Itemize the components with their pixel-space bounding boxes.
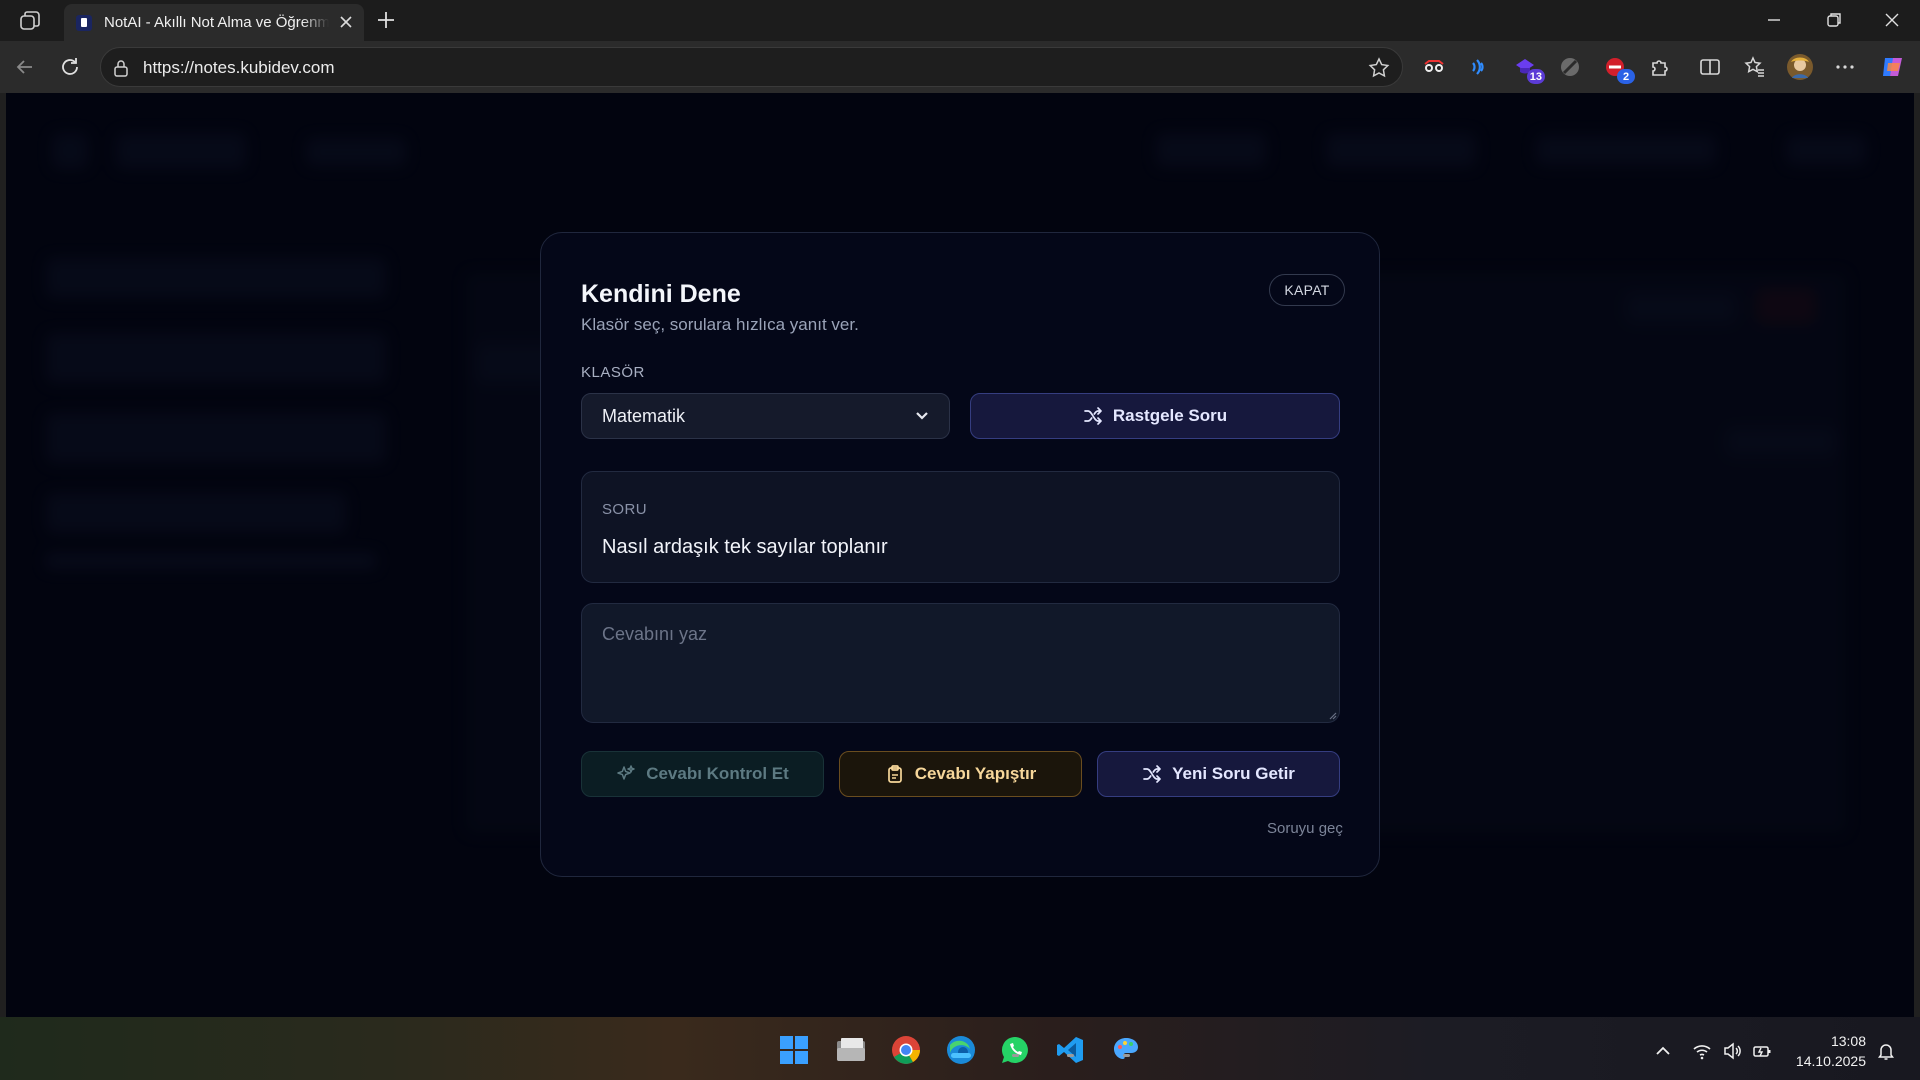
chrome-icon[interactable]: [889, 1033, 923, 1067]
back-icon[interactable]: [12, 54, 38, 80]
paste-answer-button[interactable]: Cevabı Yapıştır: [839, 751, 1082, 797]
glasses-extension-icon[interactable]: [1420, 53, 1448, 81]
edge-icon[interactable]: [944, 1033, 978, 1067]
quiz-modal: Kendini Dene Klasör seç, sorulara hızlıc…: [540, 232, 1380, 877]
random-question-button[interactable]: Rastgele Soru: [970, 393, 1340, 439]
skip-question-link[interactable]: Soruyu geç: [1267, 820, 1343, 837]
question-text: Nasıl ardaşık tek sayılar toplanır: [602, 536, 888, 558]
url-text[interactable]: https://notes.kubidev.com: [143, 58, 335, 78]
clipboard-icon: [887, 765, 902, 783]
close-tab-icon[interactable]: [338, 14, 354, 30]
browser-tab-bar: NotAI - Akıllı Not Alma ve Öğrenme: [0, 0, 1920, 41]
modal-title: Kendini Dene: [581, 280, 741, 308]
profile-avatar-icon[interactable]: [1786, 53, 1814, 81]
new-question-label: Yeni Soru Getir: [1172, 764, 1295, 783]
browser-toolbar: https://notes.kubidev.com 13 2: [0, 41, 1920, 93]
battery-icon[interactable]: [1752, 1041, 1772, 1061]
sparkle-icon: [617, 765, 635, 780]
restore-icon[interactable]: [1822, 8, 1846, 32]
notification-bell-icon[interactable]: [1876, 1041, 1896, 1061]
paint-running-indicator: [1123, 1054, 1130, 1057]
tracker-extension-icon[interactable]: 13: [1511, 53, 1545, 84]
lock-icon[interactable]: [113, 59, 129, 77]
chevron-up-icon[interactable]: [1653, 1041, 1673, 1061]
check-answer-label: Cevabı Kontrol Et: [646, 764, 789, 783]
adblock-badge: 2: [1617, 69, 1635, 84]
puzzle-extensions-icon[interactable]: [1646, 53, 1674, 81]
clock-date: 14.10.2025: [1795, 1053, 1866, 1069]
browser-tab-active[interactable]: NotAI - Akıllı Not Alma ve Öğrenme: [64, 4, 364, 41]
edge-active-indicator: [951, 1053, 971, 1058]
tab-title: NotAI - Akıllı Not Alma ve Öğrenme: [104, 14, 329, 31]
more-menu-icon[interactable]: [1831, 53, 1859, 81]
question-card: SORU Nasıl ardaşık tek sayılar toplanır: [581, 471, 1340, 583]
new-question-button[interactable]: Yeni Soru Getir: [1097, 751, 1340, 797]
copilot-icon[interactable]: [1879, 53, 1907, 81]
address-bar[interactable]: https://notes.kubidev.com: [100, 47, 1403, 87]
check-answer-button[interactable]: Cevabı Kontrol Et: [581, 751, 824, 797]
folder-select[interactable]: Matematik: [581, 393, 950, 439]
volume-icon[interactable]: [1722, 1041, 1742, 1061]
clock-time: 13:08: [1830, 1033, 1866, 1049]
adblock-extension-icon[interactable]: 2: [1601, 53, 1635, 84]
vscode-icon[interactable]: [1053, 1033, 1087, 1067]
chevron-down-icon: [916, 412, 928, 420]
shuffle-icon: [1143, 765, 1161, 783]
minimize-icon[interactable]: [1762, 8, 1786, 32]
answer-input[interactable]: [581, 603, 1340, 723]
paste-answer-label: Cevabı Yapıştır: [914, 764, 1037, 783]
tracker-badge: 13: [1526, 69, 1545, 84]
folder-label: KLASÖR: [581, 364, 645, 381]
resize-handle-icon[interactable]: [1327, 710, 1337, 720]
folder-select-value: Matematik: [602, 405, 686, 426]
file-explorer-icon[interactable]: [834, 1033, 868, 1067]
refresh-icon[interactable]: [57, 54, 83, 80]
favorites-icon[interactable]: [1741, 53, 1769, 81]
shuffle-icon: [1083, 407, 1102, 425]
whatsapp-running-indicator: [1012, 1054, 1019, 1057]
blocked-extension-icon[interactable]: [1556, 53, 1584, 81]
close-button[interactable]: KAPAT: [1269, 274, 1345, 306]
close-window-icon[interactable]: [1880, 8, 1904, 32]
modal-subtitle: Klasör seç, sorulara hızlıca yanıt ver.: [581, 315, 859, 334]
whatsapp-icon[interactable]: [998, 1033, 1032, 1067]
workspaces-icon[interactable]: [18, 10, 42, 32]
windows-start-icon[interactable]: [777, 1033, 811, 1067]
notai-favicon-icon: [76, 14, 92, 31]
random-question-label: Rastgele Soru: [1112, 406, 1228, 425]
system-clock[interactable]: 13:08 14.10.2025: [1790, 1031, 1866, 1071]
wifi-icon[interactable]: [1692, 1041, 1712, 1061]
vscode-running-indicator: [1067, 1054, 1074, 1057]
question-label: SORU: [602, 501, 647, 518]
paint-icon[interactable]: [1109, 1033, 1143, 1067]
windows-taskbar: 13:08 14.10.2025: [0, 1017, 1920, 1080]
new-tab-icon[interactable]: [374, 8, 398, 32]
read-aloud-extension-icon[interactable]: [1465, 53, 1493, 81]
favorite-star-icon[interactable]: [1368, 57, 1390, 79]
page-viewport: Kendini Dene Klasör seç, sorulara hızlıc…: [6, 93, 1914, 1017]
split-screen-icon[interactable]: [1696, 53, 1724, 81]
